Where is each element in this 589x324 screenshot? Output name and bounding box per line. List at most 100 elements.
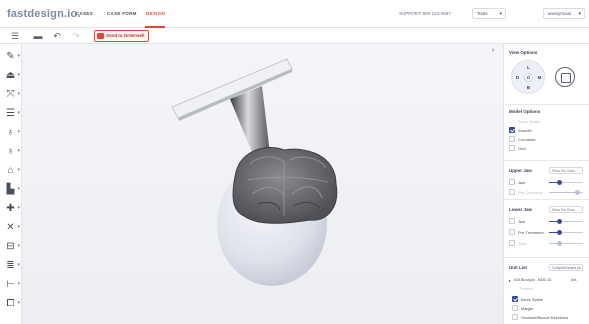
crown-icon: ⌂: [7, 165, 14, 176]
view-lingual-button[interactable]: L: [524, 63, 533, 72]
checkbox[interactable]: [512, 314, 518, 320]
view-buccal-button[interactable]: B: [524, 83, 533, 92]
abutment-icon: ⧠: [6, 298, 15, 309]
tools-dropdown-label: Tools: [477, 11, 488, 16]
tool-tooth-2[interactable]: ♁ ▾: [3, 145, 20, 159]
checkbox-label: Occlusal/Buccal Directions: [521, 315, 569, 320]
collapse-expand-dropdown[interactable]: Collapse/Expand All: [549, 264, 583, 271]
tool-layers[interactable]: ☰ ▾: [3, 107, 20, 121]
options-panel: View Options L D O M B Model Options Sho…: [503, 44, 589, 324]
undo-icon[interactable]: ↶: [51, 30, 63, 42]
3d-viewport[interactable]: [22, 44, 503, 324]
redo-icon[interactable]: ↷: [70, 30, 82, 42]
tool-scale[interactable]: ⤧ ▾: [3, 88, 21, 102]
tool-list[interactable]: ≣ ▾: [3, 259, 20, 273]
checkbox-label: Smooth: [518, 128, 532, 133]
chevron-down-icon: ▾: [499, 11, 502, 17]
tool-edit[interactable]: ✎ ▾: [3, 50, 20, 64]
unit-list-title: Unit List: [509, 265, 527, 270]
view-distal-button[interactable]: D: [513, 73, 522, 82]
model-option-label: Show Model: [518, 119, 541, 124]
checkbox[interactable]: [509, 240, 515, 246]
slider-knob[interactable]: [556, 230, 562, 235]
upper-jaw-title: Upper Jaw: [509, 168, 532, 173]
view-occlusal-button[interactable]: O: [524, 73, 533, 82]
slider-knob[interactable]: [575, 190, 581, 195]
nav-design[interactable]: DESIGN: [146, 11, 165, 16]
slider-knob[interactable]: [556, 180, 562, 185]
user-dropdown[interactable]: anonymous ▾: [543, 8, 585, 19]
list-icon: ≣: [6, 260, 15, 271]
chevron-down-icon: ▾: [17, 110, 20, 116]
opacity-slider[interactable]: [549, 241, 583, 246]
tooth-1-icon: ♁: [6, 127, 15, 138]
tool-tools[interactable]: ✕ ▾: [3, 221, 20, 235]
unit-name[interactable]: #15 Bicuspid - MOD-15: [514, 278, 551, 282]
checkbox-label: Scan: [518, 241, 528, 246]
left-tool-rail: ✎ ▾ ⏏ ▾ ⤧ ▾ ☰ ▾ ♁ ▾ ♁ ▾ ⌂ ▾ ▙ ▾ ✚ ▾ ✕ ▾ ⊟ ▾ ≣ ▾ ⊢ ▾ ⧠ ▾: [0, 44, 22, 324]
divider: [504, 104, 589, 105]
tooth-2-icon: ♁: [6, 146, 15, 157]
app-logo[interactable]: fastdesign.io.: [7, 8, 81, 20]
lower-jaw-dropdown[interactable]: Show Pre-Occlu...: [549, 206, 583, 213]
view-options-title: View Options: [509, 50, 538, 55]
chevron-down-icon: ▾: [578, 11, 581, 17]
divider: [504, 257, 589, 258]
film-icon[interactable]: ▬: [32, 30, 44, 42]
support-phone: SUPPORT: 800-123-4567: [399, 11, 451, 16]
unit-tag: Ant.: [571, 278, 578, 282]
tool-abutment[interactable]: ⧠ ▾: [3, 297, 21, 311]
chevron-down-icon: ▾: [17, 300, 20, 306]
nav-case-form[interactable]: CASE FORM: [107, 11, 137, 16]
checkbox[interactable]: [509, 127, 515, 133]
opacity-slider[interactable]: [549, 190, 583, 195]
model-render: [171, 58, 338, 286]
view-mesial-button[interactable]: M: [535, 73, 544, 82]
opacity-slider[interactable]: [549, 230, 583, 235]
tool-boot[interactable]: ▙ ▾: [3, 183, 20, 197]
checkbox-label: Pre-Occlusion: [518, 190, 544, 195]
chevron-down-icon: ▾: [17, 224, 20, 230]
checkbox[interactable]: [509, 229, 515, 235]
tool-crown[interactable]: ⌂ ▾: [3, 164, 20, 178]
nav-cases[interactable]: CASES: [76, 11, 93, 16]
tools-icon: ✕: [6, 222, 15, 233]
collapse-panel-icon[interactable]: ›: [492, 47, 494, 54]
checkbox-label: Pre-Treatment: [518, 230, 544, 235]
design-toolbar: ☰ ▬ ↶ ↷ Send to Orderwell: [0, 28, 589, 44]
checkbox[interactable]: [509, 145, 515, 151]
layers-icon: ☰: [6, 108, 15, 119]
crown-model: [232, 147, 338, 224]
opacity-slider[interactable]: [549, 219, 583, 224]
sprue-cone: [230, 86, 270, 157]
checkbox[interactable]: [509, 179, 515, 185]
checkbox[interactable]: [509, 189, 515, 195]
connector-icon: ⊢: [6, 279, 15, 290]
send-to-orderwell-button[interactable]: Send to Orderwell: [94, 30, 149, 42]
slider-knob[interactable]: [556, 219, 562, 224]
slider-fill: [549, 192, 578, 193]
checkbox[interactable]: [512, 296, 518, 302]
tool-grid[interactable]: ✚ ▾: [3, 202, 20, 216]
user-dropdown-label: anonymous: [548, 11, 572, 16]
tool-bridge[interactable]: ⊟ ▾: [3, 240, 20, 254]
lower-jaw-title: Lower Jaw: [509, 207, 533, 212]
tool-tooth-1[interactable]: ♁ ▾: [3, 126, 20, 140]
checkbox-label: Jaw: [518, 180, 526, 185]
checkbox[interactable]: [509, 218, 515, 224]
opacity-slider[interactable]: [549, 180, 583, 185]
tool-connector[interactable]: ⊢ ▾: [3, 278, 20, 292]
tools-dropdown[interactable]: Tools ▾: [472, 8, 506, 19]
checkbox[interactable]: [512, 305, 518, 311]
checkbox[interactable]: [509, 136, 515, 142]
tool-margin[interactable]: ⏏ ▾: [3, 69, 20, 83]
view-fit-icon[interactable]: [555, 67, 575, 87]
menu-icon[interactable]: ☰: [9, 30, 21, 42]
checkbox-label: Margin: [521, 306, 534, 311]
unit-expand-icon[interactable]: ▸: [509, 278, 511, 283]
slider-knob[interactable]: [556, 241, 562, 246]
upper-jaw-dropdown[interactable]: Show Pre-Occlu...: [549, 167, 583, 174]
view-orientation-pad: L D O M B: [511, 60, 545, 94]
send-icon: [97, 33, 104, 39]
chevron-down-icon: ▾: [17, 262, 20, 268]
